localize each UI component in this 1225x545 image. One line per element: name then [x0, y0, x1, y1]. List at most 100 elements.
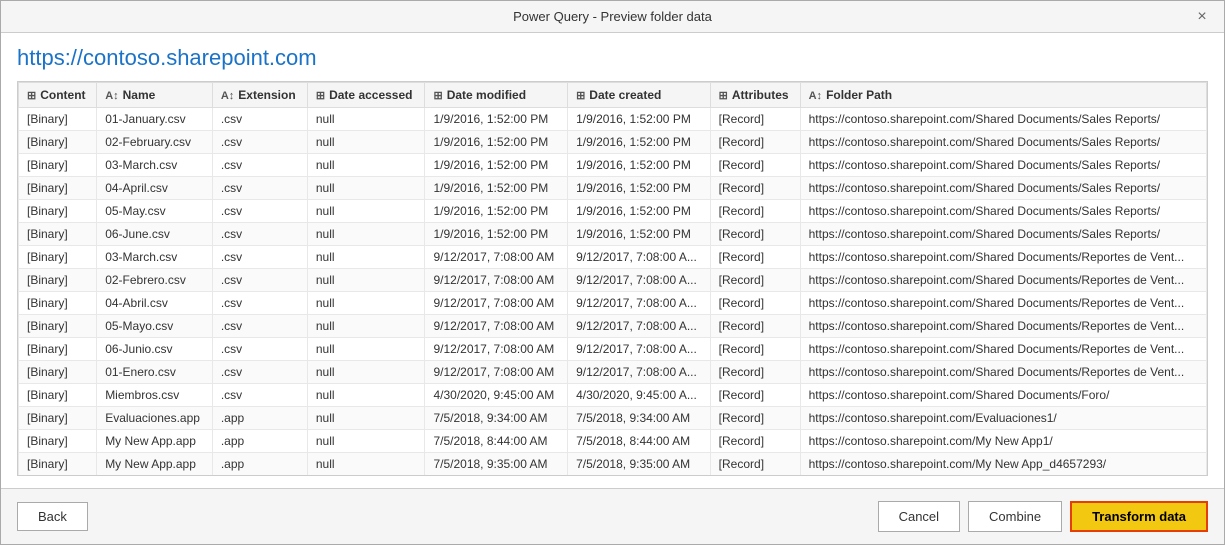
table-cell: 1/9/2016, 1:52:00 PM [568, 154, 711, 177]
table-row[interactable]: [Binary]02-Febrero.csv.csvnull9/12/2017,… [19, 269, 1207, 292]
table-row[interactable]: [Binary]My New App.app.appnull7/5/2018, … [19, 453, 1207, 476]
table-cell: .csv [212, 315, 307, 338]
table-cell: 02-Febrero.csv [97, 269, 213, 292]
table-cell: [Binary] [19, 246, 97, 269]
table-cell: .csv [212, 269, 307, 292]
table-cell: 9/12/2017, 7:08:00 AM [425, 338, 568, 361]
table-row[interactable]: [Binary]05-Mayo.csv.csvnull9/12/2017, 7:… [19, 315, 1207, 338]
table-cell: .csv [212, 177, 307, 200]
transform-data-button[interactable]: Transform data [1070, 501, 1208, 532]
table-cell: My New App.app [97, 453, 213, 476]
table-cell: https://contoso.sharepoint.com/Shared Do… [800, 292, 1206, 315]
content-area: https://contoso.sharepoint.com ⊞ContentA… [1, 33, 1224, 488]
table-cell: 9/12/2017, 7:08:00 A... [568, 338, 711, 361]
back-button[interactable]: Back [17, 502, 88, 531]
table-cell: 4/30/2020, 9:45:00 A... [568, 384, 711, 407]
table-cell: [Binary] [19, 315, 97, 338]
table-row[interactable]: [Binary]06-June.csv.csvnull1/9/2016, 1:5… [19, 223, 1207, 246]
table-cell: https://contoso.sharepoint.com/Shared Do… [800, 108, 1206, 131]
table-cell: [Record] [710, 292, 800, 315]
table-cell: https://contoso.sharepoint.com/My New Ap… [800, 453, 1206, 476]
table-cell: 1/9/2016, 1:52:00 PM [425, 131, 568, 154]
table-cell: 7/5/2018, 9:34:00 AM [568, 407, 711, 430]
table-cell: 05-May.csv [97, 200, 213, 223]
table-cell: [Binary] [19, 384, 97, 407]
table-cell: [Binary] [19, 200, 97, 223]
combine-button[interactable]: Combine [968, 501, 1062, 532]
table-cell: [Binary] [19, 361, 97, 384]
dialog: Power Query - Preview folder data × http… [0, 0, 1225, 545]
table-row[interactable]: [Binary]Miembros.csv.csvnull4/30/2020, 9… [19, 384, 1207, 407]
table-cell: https://contoso.sharepoint.com/Shared Do… [800, 177, 1206, 200]
table-cell: .csv [212, 292, 307, 315]
table-cell: 9/12/2017, 7:08:00 AM [425, 315, 568, 338]
table-cell: [Binary] [19, 338, 97, 361]
table-cell: [Record] [710, 384, 800, 407]
table-row[interactable]: [Binary]05-May.csv.csvnull1/9/2016, 1:52… [19, 200, 1207, 223]
table-cell: [Record] [710, 269, 800, 292]
table-cell: .csv [212, 338, 307, 361]
table-cell: 05-Mayo.csv [97, 315, 213, 338]
table-cell: 1/9/2016, 1:52:00 PM [425, 200, 568, 223]
table-cell: 04-Abril.csv [97, 292, 213, 315]
col-header-date-created: ⊞Date created [568, 83, 711, 108]
table-cell: 1/9/2016, 1:52:00 PM [425, 223, 568, 246]
table-cell: https://contoso.sharepoint.com/Shared Do… [800, 338, 1206, 361]
table-cell: 9/12/2017, 7:08:00 AM [425, 269, 568, 292]
table-cell: https://contoso.sharepoint.com/Shared Do… [800, 361, 1206, 384]
table-cell: [Binary] [19, 292, 97, 315]
table-cell: 9/12/2017, 7:08:00 AM [425, 292, 568, 315]
table-cell: 02-February.csv [97, 131, 213, 154]
table-cell: 9/12/2017, 7:08:00 AM [425, 361, 568, 384]
table-row[interactable]: [Binary]03-March.csv.csvnull1/9/2016, 1:… [19, 154, 1207, 177]
table-row[interactable]: [Binary]06-Junio.csv.csvnull9/12/2017, 7… [19, 338, 1207, 361]
data-table-wrapper[interactable]: ⊞ContentA↕NameA↕Extension⊞Date accessed⊞… [17, 81, 1208, 476]
table-cell: My New App.app [97, 430, 213, 453]
table-cell: 9/12/2017, 7:08:00 A... [568, 269, 711, 292]
title-bar: Power Query - Preview folder data × [1, 1, 1224, 33]
table-cell: 01-January.csv [97, 108, 213, 131]
table-cell: 7/5/2018, 9:34:00 AM [425, 407, 568, 430]
table-cell: null [307, 292, 425, 315]
table-cell: null [307, 223, 425, 246]
url-header: https://contoso.sharepoint.com [17, 45, 1208, 71]
table-cell: [Record] [710, 131, 800, 154]
table-cell: 06-June.csv [97, 223, 213, 246]
table-row[interactable]: [Binary]02-February.csv.csvnull1/9/2016,… [19, 131, 1207, 154]
table-cell: [Record] [710, 338, 800, 361]
table-cell: null [307, 200, 425, 223]
close-button[interactable]: × [1192, 7, 1212, 27]
table-cell: .csv [212, 108, 307, 131]
window-title: Power Query - Preview folder data [33, 9, 1192, 24]
table-cell: [Record] [710, 177, 800, 200]
table-cell: Miembros.csv [97, 384, 213, 407]
table-row[interactable]: [Binary]03-March.csv.csvnull9/12/2017, 7… [19, 246, 1207, 269]
col-icon: A↕ [221, 90, 234, 102]
data-table: ⊞ContentA↕NameA↕Extension⊞Date accessed⊞… [18, 82, 1207, 476]
table-cell: null [307, 315, 425, 338]
table-cell: [Record] [710, 223, 800, 246]
table-cell: .app [212, 430, 307, 453]
table-row[interactable]: [Binary]Evaluaciones.app.appnull7/5/2018… [19, 407, 1207, 430]
table-cell: 7/5/2018, 8:44:00 AM [425, 430, 568, 453]
table-cell: 9/12/2017, 7:08:00 A... [568, 361, 711, 384]
table-row[interactable]: [Binary]01-January.csv.csvnull1/9/2016, … [19, 108, 1207, 131]
table-row[interactable]: [Binary]04-Abril.csv.csvnull9/12/2017, 7… [19, 292, 1207, 315]
table-cell: null [307, 453, 425, 476]
col-icon: ⊞ [576, 90, 585, 102]
table-cell: null [307, 338, 425, 361]
table-row[interactable]: [Binary]01-Enero.csv.csvnull9/12/2017, 7… [19, 361, 1207, 384]
table-cell: [Record] [710, 407, 800, 430]
table-row[interactable]: [Binary]My New App.app.appnull7/5/2018, … [19, 430, 1207, 453]
table-cell: https://contoso.sharepoint.com/Shared Do… [800, 246, 1206, 269]
table-cell: .csv [212, 200, 307, 223]
table-cell: 1/9/2016, 1:52:00 PM [425, 108, 568, 131]
cancel-button[interactable]: Cancel [878, 501, 960, 532]
table-cell: [Record] [710, 246, 800, 269]
table-cell: .csv [212, 131, 307, 154]
table-cell: [Binary] [19, 407, 97, 430]
table-cell: [Binary] [19, 108, 97, 131]
table-cell: .csv [212, 223, 307, 246]
table-row[interactable]: [Binary]04-April.csv.csvnull1/9/2016, 1:… [19, 177, 1207, 200]
table-cell: [Record] [710, 453, 800, 476]
